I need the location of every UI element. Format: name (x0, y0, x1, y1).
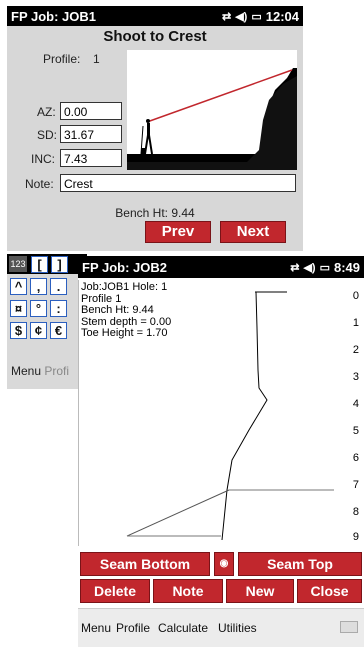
menu-item-menu[interactable]: Menu (81, 621, 111, 635)
key-euro[interactable]: € (50, 322, 67, 339)
action-button-row: Delete Note New Close (78, 579, 364, 603)
depth-label: 6 (352, 452, 359, 464)
connectivity-icon[interactable]: ⇄ (222, 10, 231, 23)
next-button[interactable]: Next (220, 221, 286, 243)
key-colon[interactable]: : (50, 300, 67, 317)
seam-button-row: Seam Bottom ◉ Seam Top (78, 552, 364, 576)
menu-item-calculate[interactable]: Calculate (158, 621, 208, 635)
profile-value: 1 (93, 52, 100, 66)
job1-titlebar: FP Job: JOB1 ⇄ ◀︎) ▭ 12:04 (7, 6, 303, 26)
job2-menubar: Menu Profile Calculate Utilities (78, 608, 364, 647)
job1-clock[interactable]: 12:04 (266, 9, 299, 24)
depth-label: 1 (352, 317, 359, 329)
key-comma[interactable]: , (30, 278, 47, 295)
keyboard-menubar: Menu Profi (11, 364, 69, 378)
hole-profile-plot (126, 291, 334, 541)
close-button[interactable]: Close (297, 579, 362, 603)
job2-titlebar: FP Job: JOB2 ⇄ ◀︎) ▭ 8:49 (78, 256, 364, 278)
keyboard-mode-key[interactable]: 123 (9, 256, 27, 272)
new-button[interactable]: New (226, 579, 294, 603)
sd-field[interactable]: 31.67 (60, 125, 122, 143)
job1-window: FP Job: JOB1 ⇄ ◀︎) ▭ 12:04 Shoot to Cres… (7, 6, 303, 251)
inc-field[interactable]: 7.43 (60, 149, 122, 167)
menu-item-utilities[interactable]: Utilities (218, 621, 257, 635)
note-field[interactable]: Crest (60, 174, 296, 192)
depth-label: 7 (352, 479, 359, 491)
profile-label: Profile: (43, 52, 81, 66)
symbol-keyboard: 123 [ ] ^ , . ¤ ° : $ ¢ € Menu Profi (7, 254, 87, 389)
key-dollar[interactable]: $ (10, 322, 27, 339)
az-field[interactable]: 0.00 (60, 102, 122, 120)
volume-icon[interactable]: ◀︎) (235, 10, 247, 23)
hole-profile-panel: Job:JOB1 Hole: 1 Profile 1 Bench Ht: 9.4… (78, 280, 364, 546)
key-currency[interactable]: ¤ (10, 300, 27, 317)
key-open-bracket[interactable]: [ (31, 256, 48, 273)
keyboard-menu-item[interactable]: Menu (11, 364, 41, 378)
note-label: Note: (25, 177, 54, 191)
key-cent[interactable]: ¢ (30, 322, 47, 339)
job1-title: FP Job: JOB1 (11, 8, 97, 24)
key-caret[interactable]: ^ (10, 278, 27, 295)
job2-title: FP Job: JOB2 (82, 259, 168, 275)
job2-window: FP Job: JOB2 ⇄ ◀︎) ▭ 8:49 Job:JOB1 Hole:… (78, 256, 364, 650)
depth-label: 8 (352, 506, 359, 518)
menu-item-profile[interactable]: Profile (116, 621, 150, 635)
delete-button[interactable]: Delete (80, 579, 150, 603)
camera-icon[interactable]: ◉ (214, 552, 234, 576)
battery-icon[interactable]: ▭ (320, 261, 330, 274)
volume-icon[interactable]: ◀︎) (303, 261, 315, 274)
key-close-bracket[interactable]: ] (51, 256, 68, 273)
az-label: AZ: (37, 105, 56, 119)
key-period[interactable]: . (50, 278, 67, 295)
sd-label: SD: (37, 128, 58, 142)
battery-icon[interactable]: ▭ (251, 10, 261, 23)
depth-label: 0 (352, 290, 359, 302)
bench-height: Bench Ht: 9.44 (115, 206, 195, 220)
depth-label: 9 (352, 531, 359, 543)
seam-top-button[interactable]: Seam Top (238, 552, 362, 576)
depth-label: 3 (352, 371, 359, 383)
crest-profile-graph (127, 50, 297, 170)
job2-clock[interactable]: 8:49 (334, 260, 360, 275)
note-button[interactable]: Note (153, 579, 223, 603)
key-degree[interactable]: ° (30, 300, 47, 317)
shoot-to-crest-heading: Shoot to Crest (103, 28, 207, 45)
seam-bottom-button[interactable]: Seam Bottom (80, 552, 210, 576)
depth-label: 5 (352, 425, 359, 437)
prev-button[interactable]: Prev (145, 221, 211, 243)
keyboard-profile-item[interactable]: Profi (44, 364, 69, 378)
depth-label: 2 (352, 344, 359, 356)
connectivity-icon[interactable]: ⇄ (290, 261, 299, 274)
inc-label: INC: (31, 152, 55, 166)
depth-label: 4 (352, 398, 359, 410)
keyboard-icon[interactable] (340, 621, 358, 633)
